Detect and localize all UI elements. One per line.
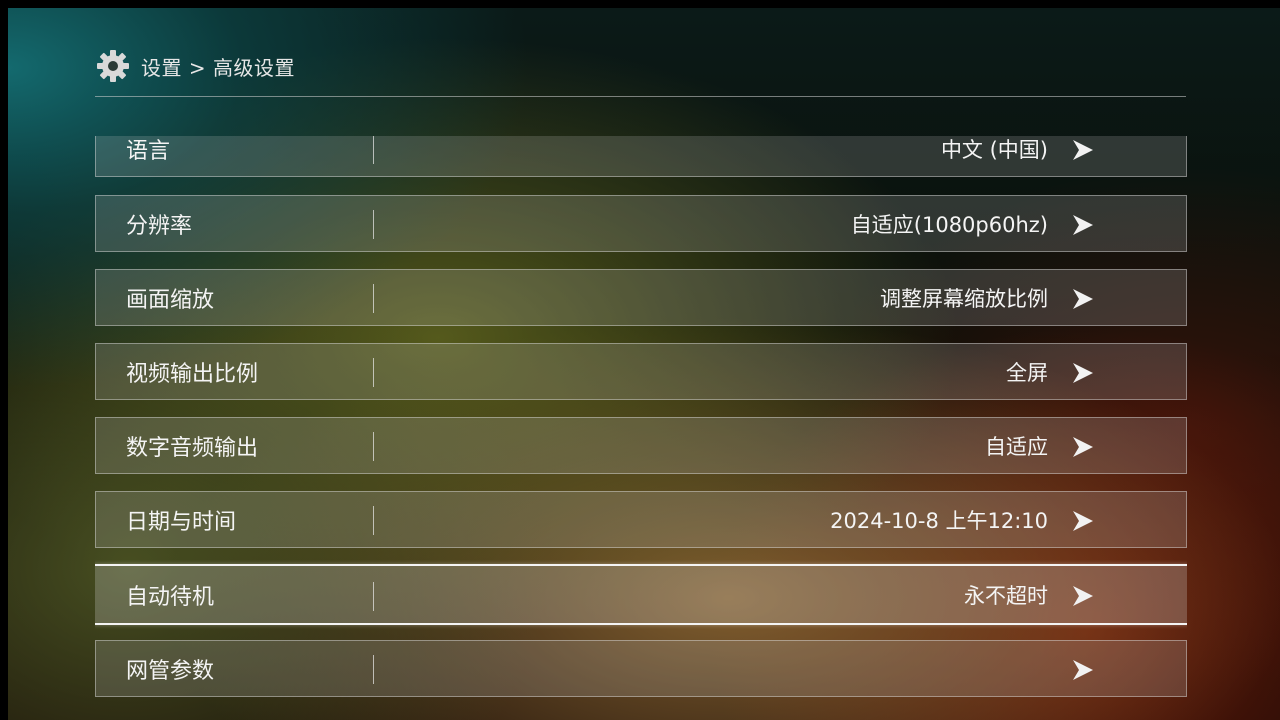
setting-label: 语言 [126,138,171,164]
row-separator [373,506,374,535]
setting-row-resolution[interactable]: 分辨率 自适应(1080p60hz) [95,195,1187,252]
page-header: 设置 > 高级设置 [95,46,295,86]
row-separator [373,136,374,164]
setting-row-auto-standby[interactable]: 自动待机 永不超时 [95,564,1187,625]
setting-value: 全屏 [1006,360,1048,385]
chevron-right-icon [1073,437,1093,457]
chevron-right-icon [1073,586,1093,606]
setting-row-aspect-ratio[interactable]: 视频输出比例 全屏 [95,343,1187,400]
setting-value: 自适应(1080p60hz) [850,212,1048,237]
row-separator [373,210,374,239]
row-separator [373,358,374,387]
setting-label: 视频输出比例 [126,361,259,387]
chevron-right-icon [1073,140,1093,160]
settings-screen: 设置 > 高级设置 语言 中文 (中国) 分辨率 自适应(1080p60hz) … [8,8,1280,720]
setting-value: 永不超时 [964,583,1048,608]
row-separator [373,655,374,684]
chevron-right-icon [1073,660,1093,680]
header-divider [95,96,1186,97]
setting-row-screen-zoom[interactable]: 画面缩放 调整屏幕缩放比例 [95,269,1187,326]
setting-label: 画面缩放 [126,287,215,313]
row-separator [373,432,374,461]
setting-value: 调整屏幕缩放比例 [880,286,1048,311]
setting-value: 中文 (中国) [940,137,1048,162]
chevron-right-icon [1073,511,1093,531]
setting-label: 分辨率 [126,213,193,239]
setting-row-date-time[interactable]: 日期与时间 2024-10-8 上午12:10 [95,491,1187,548]
chevron-right-icon [1073,289,1093,309]
settings-list[interactable]: 语言 中文 (中国) 分辨率 自适应(1080p60hz) 画面缩放 调整屏幕缩… [95,136,1187,720]
setting-label: 自动待机 [126,584,215,610]
setting-row-language[interactable]: 语言 中文 (中国) [95,136,1187,177]
row-separator [373,582,374,611]
chevron-right-icon [1073,215,1093,235]
setting-value: 自适应 [985,434,1048,459]
row-separator [373,284,374,313]
gear-icon [97,50,129,82]
setting-label: 日期与时间 [126,509,237,535]
setting-label: 数字音频输出 [126,435,259,461]
setting-value: 2024-10-8 上午12:10 [830,508,1048,533]
chevron-right-icon [1073,363,1093,383]
breadcrumb: 设置 > 高级设置 [141,55,295,80]
setting-row-digital-audio[interactable]: 数字音频输出 自适应 [95,417,1187,474]
setting-row-network-management[interactable]: 网管参数 [95,640,1187,697]
setting-label: 网管参数 [126,658,215,684]
